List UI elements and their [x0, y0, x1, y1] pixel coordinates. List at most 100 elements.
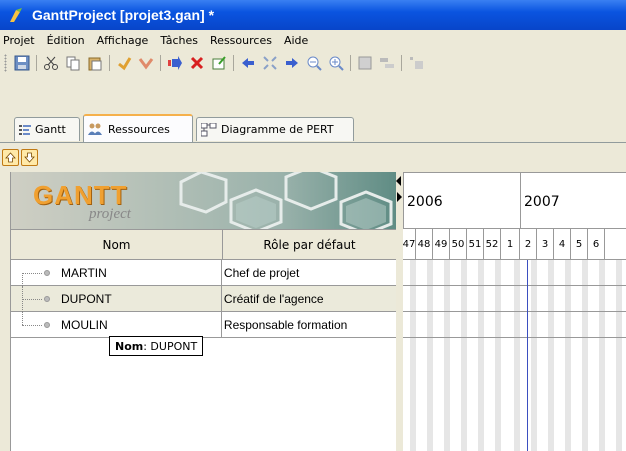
table-row[interactable]: DUPONT Créatif de l'agence [11, 286, 397, 312]
undo-button[interactable] [115, 54, 133, 72]
column-header-nom[interactable]: Nom [11, 230, 223, 259]
menu-ressources[interactable]: Ressources [204, 34, 278, 47]
name-tooltip: Nom : DUPONT [109, 336, 204, 356]
publish-icon [410, 57, 423, 69]
resource-nav-bar [0, 146, 626, 168]
column-header-role[interactable]: Rôle par défaut [223, 230, 397, 259]
week-label: 50 [450, 229, 467, 260]
main-toolbar [0, 50, 626, 76]
chart-row [403, 312, 626, 338]
gantt-app-icon [10, 8, 22, 22]
week-label: 51 [467, 229, 484, 260]
resource-name: DUPONT [61, 291, 112, 306]
window-title: GanttProject [projet3.gan] * [32, 7, 215, 23]
critical-path-button[interactable] [356, 54, 374, 72]
week-label: 52 [484, 229, 501, 260]
timeline-years: 2006 2007 [403, 172, 626, 230]
ganttproject-logo: GANTT project [33, 180, 131, 222]
title-bar: GanttProject [projet3.gan] * [0, 0, 626, 30]
baseline-button[interactable] [378, 54, 396, 72]
arrow-left-icon [242, 58, 254, 68]
tab-pert[interactable]: Diagramme de PERT [196, 117, 354, 141]
redo-button[interactable] [137, 54, 155, 72]
menu-edition[interactable]: Édition [41, 34, 91, 47]
week-label: 47 [403, 229, 416, 260]
undo-icon [118, 57, 132, 71]
indent-button[interactable] [166, 54, 184, 72]
week-label: 3 [537, 229, 554, 260]
save-button[interactable] [13, 54, 31, 72]
arrow-right-icon [168, 56, 182, 70]
pert-icon [201, 122, 217, 137]
resource-role: Chef de projet [223, 265, 300, 280]
copy-icon [66, 56, 80, 71]
collapse-left-icon [396, 176, 401, 186]
table-header: Nom Rôle par défaut [11, 229, 397, 260]
week-label: 1 [501, 229, 520, 260]
scissors-icon [44, 56, 58, 70]
properties-button[interactable] [210, 54, 228, 72]
zoom-out-button[interactable] [305, 54, 323, 72]
baseline-icon [380, 58, 394, 68]
tab-gantt[interactable]: Gantt [14, 117, 80, 141]
publish-button[interactable] [407, 54, 425, 72]
menu-affichage[interactable]: Affichage [91, 34, 155, 47]
week-label: 49 [433, 229, 450, 260]
scroll-left-button[interactable] [239, 54, 257, 72]
table-row[interactable]: MOULIN Responsable formation [11, 312, 397, 338]
menu-bar: Projet Édition Affichage Tâches Ressourc… [0, 30, 626, 50]
redo-icon [138, 58, 154, 70]
resource-node-icon [44, 322, 50, 328]
paste-button[interactable] [86, 54, 104, 72]
chart-icon [358, 56, 372, 70]
chart-row [403, 286, 626, 312]
resource-node-icon [44, 296, 50, 302]
chart-row [403, 260, 626, 286]
week-label: 2 [520, 229, 537, 260]
table-row[interactable]: MARTIN Chef de projet [11, 260, 397, 286]
week-label: 48 [416, 229, 433, 260]
menu-taches[interactable]: Tâches [154, 34, 204, 47]
week-label: 5 [571, 229, 588, 260]
move-down-button[interactable] [21, 148, 38, 166]
resource-role: Créatif de l'agence [223, 291, 324, 306]
delete-icon [190, 56, 204, 70]
resource-node-icon [44, 270, 50, 276]
edit-icon [212, 56, 226, 70]
resource-role: Responsable formation [223, 317, 348, 332]
collapse-right-icon [397, 192, 402, 202]
resources-icon [88, 122, 104, 136]
week-label: 6 [588, 229, 605, 260]
year-label: 2007 [520, 173, 626, 230]
scroll-right-button[interactable] [283, 54, 301, 72]
menu-projet[interactable]: Projet [0, 34, 41, 47]
resource-load-chart: 2006 2007 47 48 49 50 51 52 1 2 3 4 5 6 [403, 172, 626, 451]
resource-name: MOULIN [61, 317, 108, 332]
arrow-up-icon [5, 151, 16, 162]
move-up-button[interactable] [2, 148, 19, 166]
zoom-in-icon [329, 56, 344, 71]
pane-splitter[interactable] [396, 172, 403, 451]
cut-button[interactable] [42, 54, 60, 72]
ganttproject-banner: GANTT project [11, 172, 397, 229]
center-icon [263, 56, 277, 70]
arrow-right-icon [286, 58, 298, 68]
today-line [527, 260, 528, 451]
chart-grid[interactable] [403, 260, 626, 451]
arrow-down-icon [24, 152, 35, 163]
view-tab-bar: Gantt Ressources Diagramme de PERT [0, 114, 626, 143]
toolbar-grip[interactable] [4, 54, 7, 72]
zoom-out-icon [307, 56, 322, 71]
save-icon [14, 55, 30, 71]
delete-button[interactable] [188, 54, 206, 72]
tab-ressources[interactable]: Ressources [83, 114, 193, 142]
center-button[interactable] [261, 54, 279, 72]
timeline-weeks: 47 48 49 50 51 52 1 2 3 4 5 6 [403, 229, 626, 260]
resource-table-pane: GANTT project Nom Rôle par défaut MARTIN… [10, 172, 397, 451]
menu-aide[interactable]: Aide [278, 34, 314, 47]
paste-icon [88, 57, 102, 71]
zoom-in-button[interactable] [327, 54, 345, 72]
gantt-icon [19, 124, 31, 136]
resource-name: MARTIN [61, 265, 107, 280]
copy-button[interactable] [64, 54, 82, 72]
